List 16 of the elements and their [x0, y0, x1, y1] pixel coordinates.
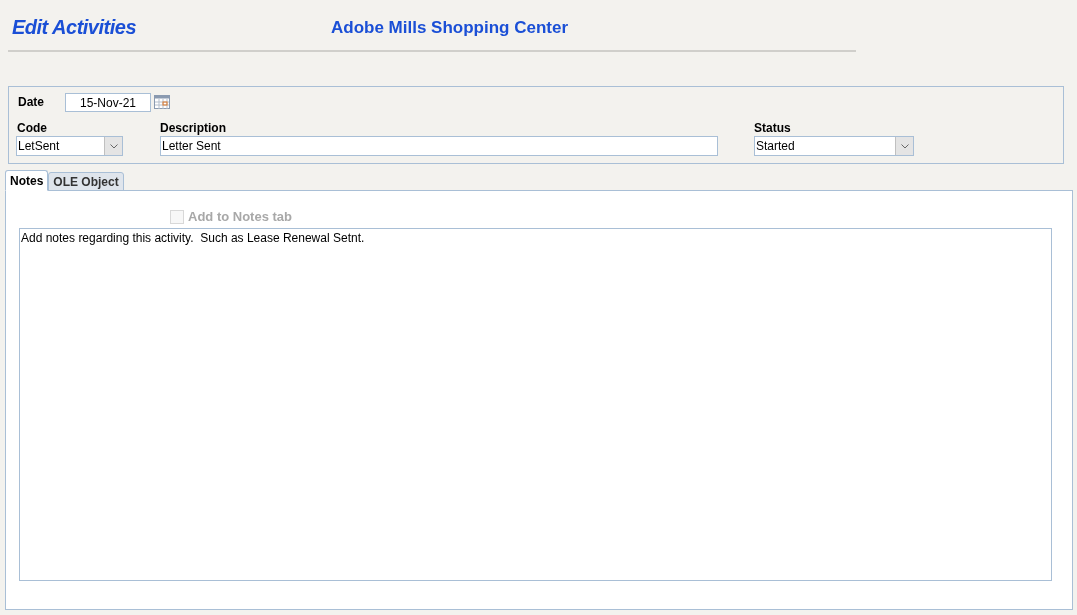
tab[interactable]: Notes [5, 170, 49, 191]
field-label: Status [754, 120, 791, 137]
checkbox-label: Add to Notes tab [188, 208, 292, 227]
field-label: Description [160, 120, 226, 137]
calendar-icon[interactable] [154, 95, 170, 109]
chevron-down-icon [900, 143, 909, 149]
description-field[interactable]: Letter Sent [160, 136, 718, 156]
field-label: Date [18, 94, 44, 111]
field-label: Code [17, 120, 47, 137]
notes-field[interactable]: Add notes regarding this activity. Such as Lease Renewal Setnt. [19, 228, 1052, 581]
code-dropdown[interactable]: LetSent [16, 136, 123, 156]
status-dropdown[interactable]: Started [754, 136, 914, 156]
property-name: Adobe Mills Shopping Center [331, 16, 569, 39]
chevron-down-icon [109, 143, 118, 149]
page-title: Edit Activities [12, 15, 137, 40]
date-field[interactable]: 15-Nov-21 [65, 93, 151, 112]
